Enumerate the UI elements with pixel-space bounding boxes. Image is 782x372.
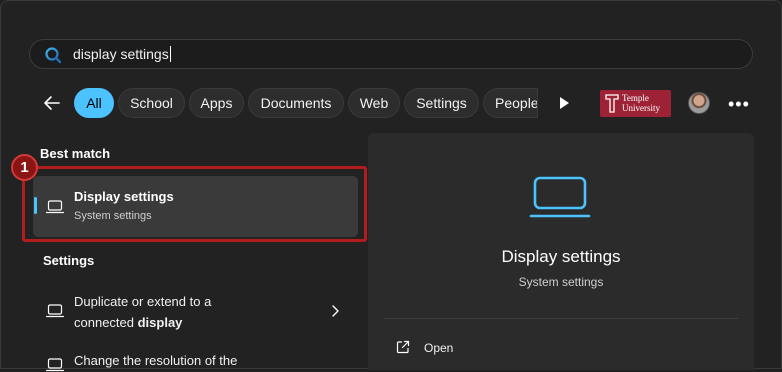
result-line1: Duplicate or extend to a xyxy=(74,294,212,309)
start-search-panel: display settings All School Apps Documen… xyxy=(0,0,782,372)
result-line2: connected xyxy=(74,315,138,330)
settings-heading: Settings xyxy=(43,253,95,268)
user-avatar[interactable] xyxy=(688,92,710,114)
search-box[interactable]: display settings xyxy=(29,39,753,69)
temple-t-icon xyxy=(605,94,619,113)
settings-result-change-resolution[interactable]: Change the resolution of the xyxy=(74,350,237,371)
filter-school[interactable]: School xyxy=(118,88,185,118)
preview-subtitle: System settings xyxy=(518,275,604,289)
open-action[interactable]: Open xyxy=(424,341,453,355)
laptop-icon xyxy=(46,304,64,318)
filter-all[interactable]: All xyxy=(74,88,114,118)
chevron-right-icon[interactable] xyxy=(331,305,339,317)
search-input[interactable]: display settings xyxy=(73,46,171,62)
logo-text-line2: University xyxy=(622,103,660,113)
back-arrow-icon[interactable] xyxy=(42,93,62,113)
filter-web[interactable]: Web xyxy=(348,88,400,118)
open-external-icon[interactable] xyxy=(396,340,410,354)
annotation-number-badge: 1 xyxy=(11,154,38,181)
result-line2-match: display xyxy=(137,315,183,330)
filter-apps[interactable]: Apps xyxy=(189,88,244,118)
laptop-icon xyxy=(529,176,591,218)
text-cursor xyxy=(169,46,171,62)
preview-title: Display settings xyxy=(501,247,621,266)
result-line1: Change the resolution of the xyxy=(74,353,238,368)
filter-settings[interactable]: Settings xyxy=(404,88,479,118)
laptop-icon xyxy=(46,358,64,372)
divider xyxy=(384,318,738,319)
annotation-highlight-box xyxy=(22,166,367,242)
more-options-icon[interactable]: ••• xyxy=(728,94,750,115)
settings-result-duplicate-extend[interactable]: Duplicate or extend to a connected displ… xyxy=(74,291,211,333)
organization-logo[interactable]: Temple University xyxy=(600,90,671,117)
scroll-filters-right-icon[interactable] xyxy=(557,95,571,111)
filter-people[interactable]: People xyxy=(483,88,538,118)
search-icon xyxy=(45,47,62,64)
best-match-heading: Best match xyxy=(40,146,111,161)
logo-text-line1: Temple xyxy=(622,93,649,103)
filter-documents[interactable]: Documents xyxy=(248,88,344,118)
